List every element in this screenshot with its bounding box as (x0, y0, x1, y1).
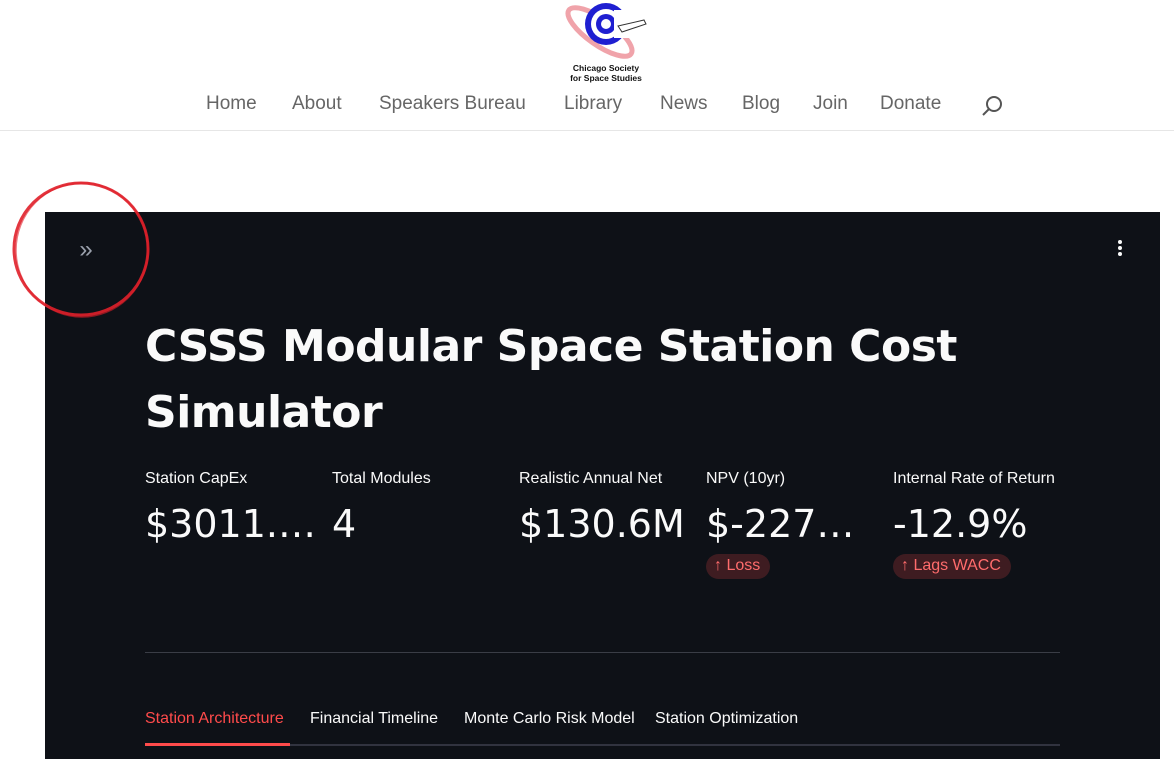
metric-value: $-227… (706, 502, 855, 546)
tab-bar: Station Architecture Financial Timeline … (145, 706, 1060, 746)
csss-logo-icon (565, 3, 647, 59)
logo-line-1: Chicago Society (572, 63, 640, 73)
nav-about[interactable]: About (292, 93, 342, 115)
metric-label: NPV (10yr) (706, 470, 786, 487)
metric-label: Station CapEx (145, 470, 248, 487)
logo-text: Chicago Society for Space Studies (556, 63, 656, 83)
nav-blog[interactable]: Blog (742, 93, 780, 115)
metric-label: Internal Rate of Return (893, 470, 1055, 487)
main-nav: Home About Speakers Bureau Library News … (0, 88, 1174, 124)
metric-value: 4 (332, 502, 357, 546)
metric-value: $3011.… (145, 502, 316, 546)
page-title: CSSS Modular Space Station Cost Simulato… (145, 321, 957, 438)
tab-station-architecture[interactable]: Station Architecture (145, 710, 284, 746)
divider (145, 652, 1060, 653)
nav-join[interactable]: Join (813, 93, 848, 115)
more-options-icon[interactable] (1108, 238, 1132, 262)
metric-irr: Internal Rate of Return -12.9% ↑ Lags WA… (893, 470, 1073, 579)
metric-label: Realistic Annual Net (519, 470, 663, 487)
metric-realistic-annual-net: Realistic Annual Net $130.6M (519, 470, 691, 546)
site-logo[interactable]: Chicago Society for Space Studies (556, 0, 652, 86)
expand-sidebar-icon[interactable]: » (71, 236, 101, 266)
irr-delta-badge: ↑ Lags WACC (893, 554, 1011, 579)
search-icon[interactable] (980, 94, 1004, 118)
npv-delta-badge: ↑ Loss (706, 554, 771, 579)
metric-label: Total Modules (332, 470, 431, 487)
metric-total-modules: Total Modules 4 (332, 470, 504, 546)
metric-value: -12.9% (893, 502, 1028, 546)
metric-value: $130.6M (519, 502, 685, 546)
nav-library[interactable]: Library (564, 93, 622, 115)
nav-news[interactable]: News (660, 93, 708, 115)
nav-home[interactable]: Home (206, 93, 257, 115)
nav-speakers-bureau[interactable]: Speakers Bureau (379, 93, 526, 115)
site-header: Chicago Society for Space Studies Home A… (0, 0, 1174, 131)
logo-line-2: for Space Studies (570, 73, 642, 83)
tab-station-optimization[interactable]: Station Optimization (655, 710, 798, 746)
active-tab-indicator (145, 743, 290, 746)
metric-npv: NPV (10yr) $-227… ↑ Loss (706, 470, 878, 579)
tab-financial-timeline[interactable]: Financial Timeline (310, 710, 438, 746)
nav-donate[interactable]: Donate (880, 93, 941, 115)
tab-monte-carlo-risk-model[interactable]: Monte Carlo Risk Model (464, 710, 635, 746)
simulator-app: » CSSS Modular Space Station Cost Simula… (45, 212, 1160, 759)
metric-station-capex: Station CapEx $3011.… (145, 470, 317, 546)
